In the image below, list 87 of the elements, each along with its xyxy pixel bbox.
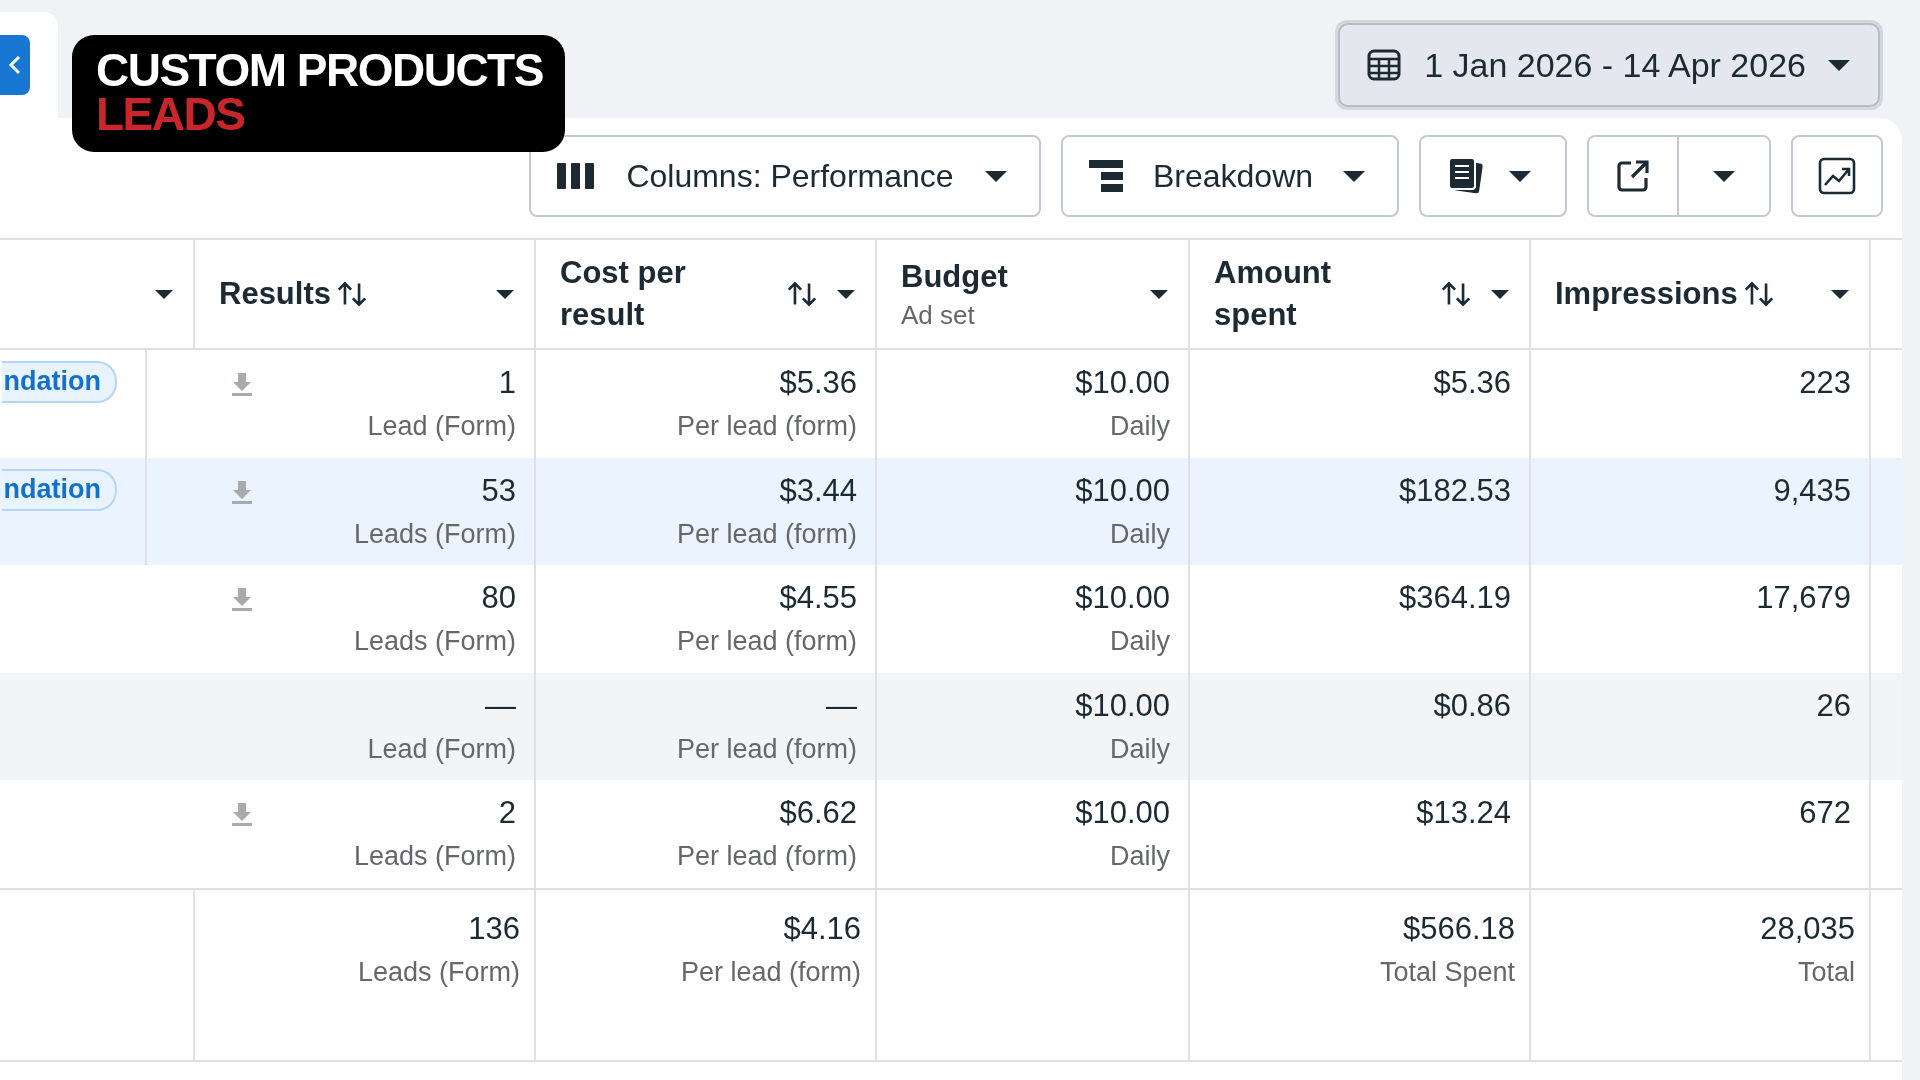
calendar-icon xyxy=(1366,47,1403,83)
caret-icon xyxy=(1713,170,1735,182)
column-header[interactable]: Budget xyxy=(901,256,1008,298)
table-cell-text: $3.44 xyxy=(779,471,857,510)
column-menu-icon[interactable] xyxy=(155,289,173,299)
table-cell-text: 1 xyxy=(498,364,516,402)
total-cell-text: $566.18 xyxy=(1402,909,1515,948)
table-cell-caption: Leads (Form) xyxy=(353,840,516,873)
table-row[interactable]: ndation 53 Leads (Form) $3.44 Per lead (form) $10.00 Daily $182.53 9,435 xyxy=(0,457,1902,565)
column-menu-icon[interactable] xyxy=(1491,289,1509,299)
reports-button[interactable] xyxy=(1419,135,1567,217)
table-cell-text: 26 xyxy=(1816,686,1851,725)
date-range-button[interactable]: 1 Jan 2026 - 14 Apr 2026 xyxy=(1338,23,1880,107)
table-cell-caption: Per lead (form) xyxy=(676,410,857,443)
table-cell-text: $6.62 xyxy=(779,794,857,832)
sort-icon[interactable] xyxy=(337,280,367,308)
table-cell-text: $10.00 xyxy=(1075,794,1170,832)
table-cell-caption: Leads (Form) xyxy=(353,517,516,551)
column-header[interactable]: Results xyxy=(219,273,331,315)
total-cell-text: 28,035 xyxy=(1760,909,1855,948)
table-cell-caption: Daily xyxy=(1110,625,1170,658)
table-cell-text: $10.00 xyxy=(1075,471,1170,510)
table-cell-caption: Lead (Form) xyxy=(367,410,516,443)
caret-icon xyxy=(1509,170,1531,182)
table-cell-text: 80 xyxy=(481,579,516,617)
table-cell-text: 17,679 xyxy=(1756,579,1851,617)
column-menu-icon[interactable] xyxy=(1831,289,1849,299)
total-caption: Total xyxy=(1797,955,1855,989)
total-caption: Total Spent xyxy=(1379,955,1515,989)
columns-button[interactable]: Columns: Performance xyxy=(529,135,1041,217)
table-cell-caption: Leads (Form) xyxy=(353,625,516,658)
column-header[interactable]: Impressions xyxy=(1555,273,1738,315)
table-cell-text: $10.00 xyxy=(1075,686,1170,725)
caret-icon xyxy=(1828,59,1850,71)
status-tag: ndation xyxy=(1,468,117,511)
column-header[interactable]: Cost per result xyxy=(560,252,710,336)
breakdown-button[interactable]: Breakdown xyxy=(1061,135,1399,217)
table-row[interactable]: — Lead (Form) — Per lead (form) $10.00 Daily $0.86 26 xyxy=(0,672,1902,780)
table-cell-text: — xyxy=(485,686,516,725)
table-cell-caption: Per lead (form) xyxy=(676,517,857,551)
trend-chart-icon xyxy=(1818,157,1856,195)
table-cell-text: 9,435 xyxy=(1773,471,1851,510)
table-cell-caption: Lead (Form) xyxy=(367,732,516,766)
column-header[interactable]: Amount spent xyxy=(1214,252,1364,336)
table-cell-caption: Daily xyxy=(1110,517,1170,551)
back-button[interactable] xyxy=(0,35,30,95)
table-cell-text: $0.86 xyxy=(1433,686,1511,725)
export-icon xyxy=(1616,159,1650,193)
table-cell-text: 2 xyxy=(498,794,516,832)
status-tag: ndation xyxy=(1,361,117,403)
table-cell-text: 53 xyxy=(481,471,516,510)
total-caption: Per lead (form) xyxy=(680,955,861,989)
table-cell-text: 223 xyxy=(1799,364,1851,402)
table-cell-text: $5.36 xyxy=(1433,364,1511,402)
sort-icon[interactable] xyxy=(1743,280,1774,308)
column-menu-icon[interactable] xyxy=(837,289,855,299)
table-cell-text: $13.24 xyxy=(1416,794,1511,832)
table-cell-caption: Daily xyxy=(1110,732,1170,766)
total-caption: Leads (Form) xyxy=(357,955,520,989)
table-cell-text: $5.36 xyxy=(779,364,857,402)
badge-subtitle: LEADS xyxy=(96,92,246,137)
sort-icon[interactable] xyxy=(787,280,817,308)
chart-button[interactable] xyxy=(1791,135,1883,217)
table-cell-caption: Per lead (form) xyxy=(676,625,857,658)
table-cell-caption: Daily xyxy=(1110,410,1170,443)
badge-title: CUSTOM PRODUCTS xyxy=(96,49,543,93)
table-cell-text: — xyxy=(826,686,857,725)
columns-icon xyxy=(557,161,595,191)
table-cell-caption: Per lead (form) xyxy=(676,732,857,766)
table-cell-text: 672 xyxy=(1799,794,1851,832)
table-cell-text: $4.55 xyxy=(779,579,857,617)
column-menu-icon[interactable] xyxy=(496,289,514,299)
table-cell-caption: Per lead (form) xyxy=(676,840,857,873)
breakdown-icon xyxy=(1089,159,1123,193)
column-menu-icon[interactable] xyxy=(1150,289,1168,299)
table-cell-caption: Daily xyxy=(1110,840,1170,873)
total-cell-text: $4.16 xyxy=(783,909,861,948)
table-cell-text: $364.19 xyxy=(1398,579,1511,617)
caret-icon xyxy=(985,170,1007,182)
caret-icon xyxy=(1343,170,1365,182)
table-cell-text: $182.53 xyxy=(1398,471,1511,510)
total-cell-text: 136 xyxy=(468,909,520,948)
sort-icon[interactable] xyxy=(1441,280,1471,308)
table-cell-text: $10.00 xyxy=(1075,364,1170,402)
table-cell-text: $10.00 xyxy=(1075,579,1170,617)
chevron-left-icon xyxy=(8,54,22,76)
column-subheader: Ad set xyxy=(901,299,976,332)
